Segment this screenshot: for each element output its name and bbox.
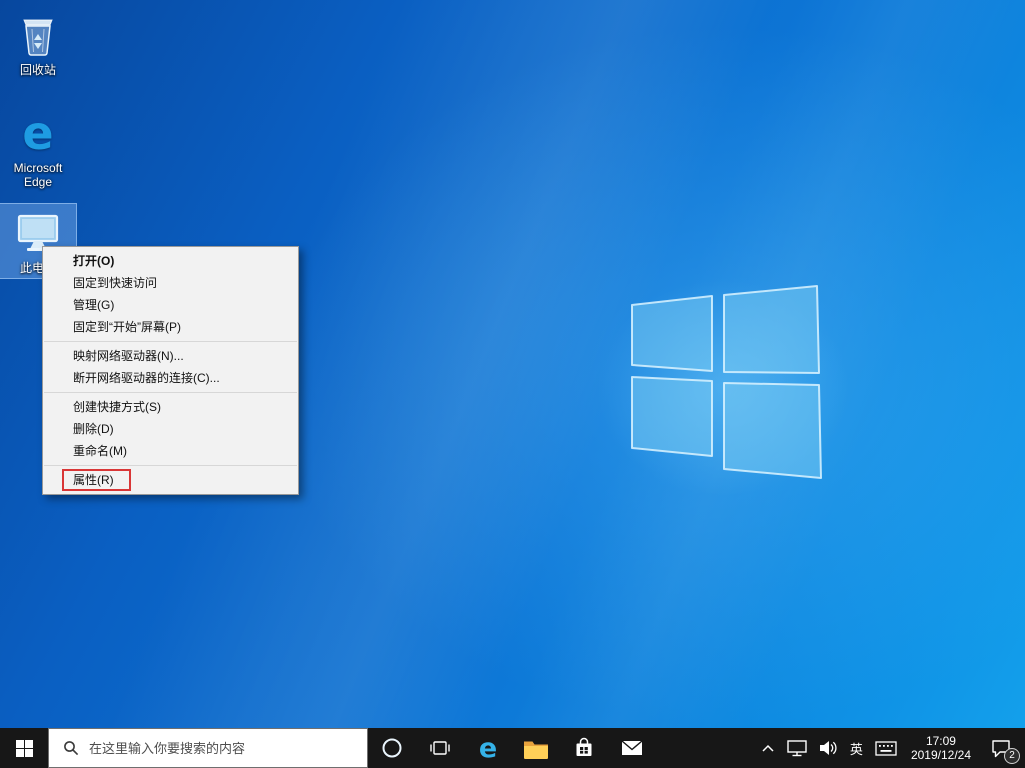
menu-item-delete[interactable]: 删除(D) — [43, 418, 298, 440]
desktop-icon-label: Microsoft Edge — [13, 161, 63, 189]
volume-tray-button[interactable] — [813, 728, 844, 768]
clock-time: 17:09 — [925, 734, 956, 748]
menu-separator — [44, 341, 297, 342]
menu-item-rename[interactable]: 重命名(M) — [43, 440, 298, 462]
cortana-icon — [382, 738, 402, 758]
menu-separator — [44, 465, 297, 466]
task-view-icon — [430, 741, 450, 755]
network-icon — [787, 739, 807, 756]
show-hidden-icons-button[interactable] — [755, 728, 781, 768]
menu-item-pin-to-start[interactable]: 固定到“开始”屏幕(P) — [43, 316, 298, 338]
windows-logo-wallpaper — [631, 285, 822, 479]
menu-item-properties[interactable]: 属性(R) — [43, 469, 298, 491]
notification-badge: 2 — [1004, 748, 1020, 764]
system-tray: 英 17:09 2019/12/24 2 — [755, 728, 1025, 768]
task-view-button[interactable] — [416, 728, 464, 768]
search-icon — [63, 740, 79, 756]
network-tray-button[interactable] — [781, 728, 813, 768]
menu-item-pin-to-quick-access[interactable]: 固定到快速访问 — [43, 272, 298, 294]
microsoft-store-button[interactable] — [560, 728, 608, 768]
edge-icon: e — [22, 106, 54, 160]
menu-item-map-network-drive[interactable]: 映射网络驱动器(N)... — [43, 345, 298, 367]
desktop-icon-label: 回收站 — [19, 63, 56, 77]
speaker-icon — [819, 741, 837, 755]
taskbar-search[interactable] — [48, 728, 368, 768]
cortana-button[interactable] — [368, 728, 416, 768]
edge-taskbar-button[interactable]: e — [464, 728, 512, 768]
file-explorer-icon — [524, 741, 548, 759]
menu-item-properties-label: 属性(R) — [73, 473, 114, 487]
search-input[interactable] — [89, 740, 367, 756]
menu-item-manage[interactable]: 管理(G) — [43, 294, 298, 316]
desktop: 回收站 e Microsoft Edge 此电脑 打开(O) 固定到快速访问 管… — [0, 0, 1025, 768]
menu-item-disconnect-network-drive[interactable]: 断开网络驱动器的连接(C)... — [43, 367, 298, 389]
touch-keyboard-button[interactable] — [869, 728, 903, 768]
start-button[interactable] — [0, 728, 48, 768]
taskbar: e — [0, 728, 1025, 768]
windows-start-icon — [15, 739, 33, 757]
microsoft-store-icon — [576, 737, 592, 756]
clock-date: 2019/12/24 — [910, 748, 971, 762]
edge-icon: e — [478, 732, 498, 764]
this-pc-context-menu: 打开(O) 固定到快速访问 管理(G) 固定到“开始”屏幕(P) 映射网络驱动器… — [42, 246, 299, 495]
clock[interactable]: 17:09 2019/12/24 — [903, 728, 979, 768]
menu-item-create-shortcut[interactable]: 创建快捷方式(S) — [43, 396, 298, 418]
desktop-icon-microsoft-edge[interactable]: e Microsoft Edge — [0, 104, 76, 192]
recycle-bin-icon — [0, 10, 76, 60]
mail-button[interactable] — [608, 728, 656, 768]
keyboard-icon — [875, 740, 897, 756]
file-explorer-button[interactable] — [512, 728, 560, 768]
action-center-button[interactable]: 2 — [979, 728, 1023, 768]
mail-icon — [621, 740, 643, 755]
chevron-up-icon — [762, 744, 774, 752]
ime-language-label: 英 — [849, 741, 863, 757]
red-annotation-box: 属性(R) — [62, 469, 131, 491]
ime-language-button[interactable]: 英 — [844, 728, 869, 768]
desktop-icon-recycle-bin[interactable]: 回收站 — [0, 6, 76, 80]
menu-separator — [44, 392, 297, 393]
menu-item-open[interactable]: 打开(O) — [43, 250, 298, 272]
